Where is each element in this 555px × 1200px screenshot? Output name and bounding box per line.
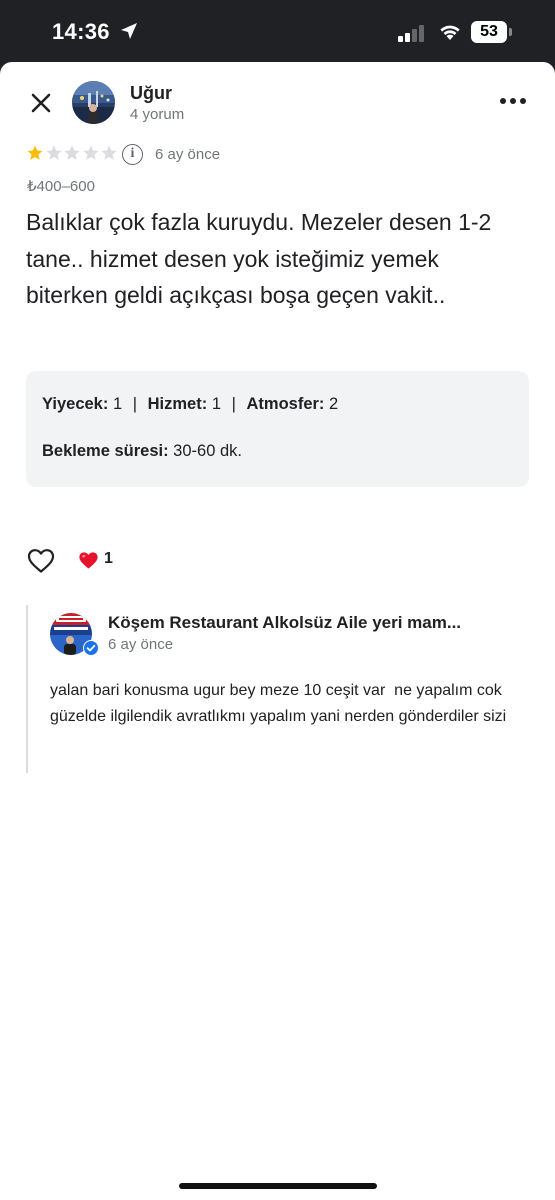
verified-badge-icon [83, 640, 99, 656]
reaction-count: 1 [104, 550, 113, 567]
service-value: 1 [211, 395, 221, 413]
atmosphere-label: Atmosfer: [246, 395, 325, 413]
separator: | [231, 395, 236, 413]
star-icon [83, 145, 98, 160]
star-icon [27, 145, 43, 160]
food-label: Yiyecek: [42, 395, 109, 413]
star-icon [46, 145, 61, 160]
separator: | [132, 395, 138, 413]
status-bar: 14:36 53 [0, 0, 555, 62]
owner-name[interactable]: Köşem Restaurant Alkolsüz Aile yeri mam.… [108, 613, 488, 633]
reviewer-avatar[interactable] [72, 81, 115, 124]
owner-reply: Köşem Restaurant Alkolsüz Aile yeri mam.… [26, 605, 529, 773]
review-text: Balıklar çok fazla kuruydu. Mezeler dese… [26, 209, 492, 308]
battery-tip [509, 28, 512, 36]
price-range: ₺400–600 [27, 178, 95, 195]
food-value: 1 [112, 395, 123, 413]
rating-attributes-panel: Yiyecek: 1 | Hizmet: 1 | Atmosfer: 2 Bek… [26, 371, 529, 487]
star-icon [64, 145, 80, 160]
star-rating [26, 144, 119, 164]
close-icon[interactable] [28, 90, 54, 116]
category-ratings: Yiyecek: 1 | Hizmet: 1 | Atmosfer: 2 [42, 395, 338, 414]
battery-icon: 53 [471, 21, 507, 43]
more-options-icon[interactable] [500, 96, 526, 106]
wait-label: Bekleme süresi: [42, 442, 169, 460]
wait-time: Bekleme süresi: 30-60 dk. [42, 442, 242, 461]
wifi-icon [440, 25, 460, 40]
info-icon[interactable]: i [122, 144, 143, 165]
heart-outline-icon[interactable] [27, 548, 55, 574]
atmosphere-value: 2 [329, 395, 339, 413]
owner-reply-text: yalan bari konusma ugur bey meze 10 ceşi… [50, 682, 507, 725]
location-arrow-icon [121, 23, 137, 39]
review-sheet: Uğur 4 yorum i 6 ay önce ₺400–600 Balıkl… [0, 62, 555, 1200]
red-heart-icon[interactable] [78, 551, 99, 570]
wait-value: 30-60 dk. [173, 442, 242, 460]
cellular-signal-icon [398, 24, 428, 42]
reviewer-name[interactable]: Uğur [130, 83, 172, 104]
reviewer-review-count: 4 yorum [130, 106, 185, 123]
owner-reply-date: 6 ay önce [108, 636, 174, 653]
review-date: 6 ay önce [155, 146, 221, 163]
status-time: 14:36 [52, 19, 110, 44]
service-label: Hizmet: [147, 395, 208, 413]
star-icon [101, 145, 117, 160]
home-indicator[interactable] [179, 1183, 377, 1189]
